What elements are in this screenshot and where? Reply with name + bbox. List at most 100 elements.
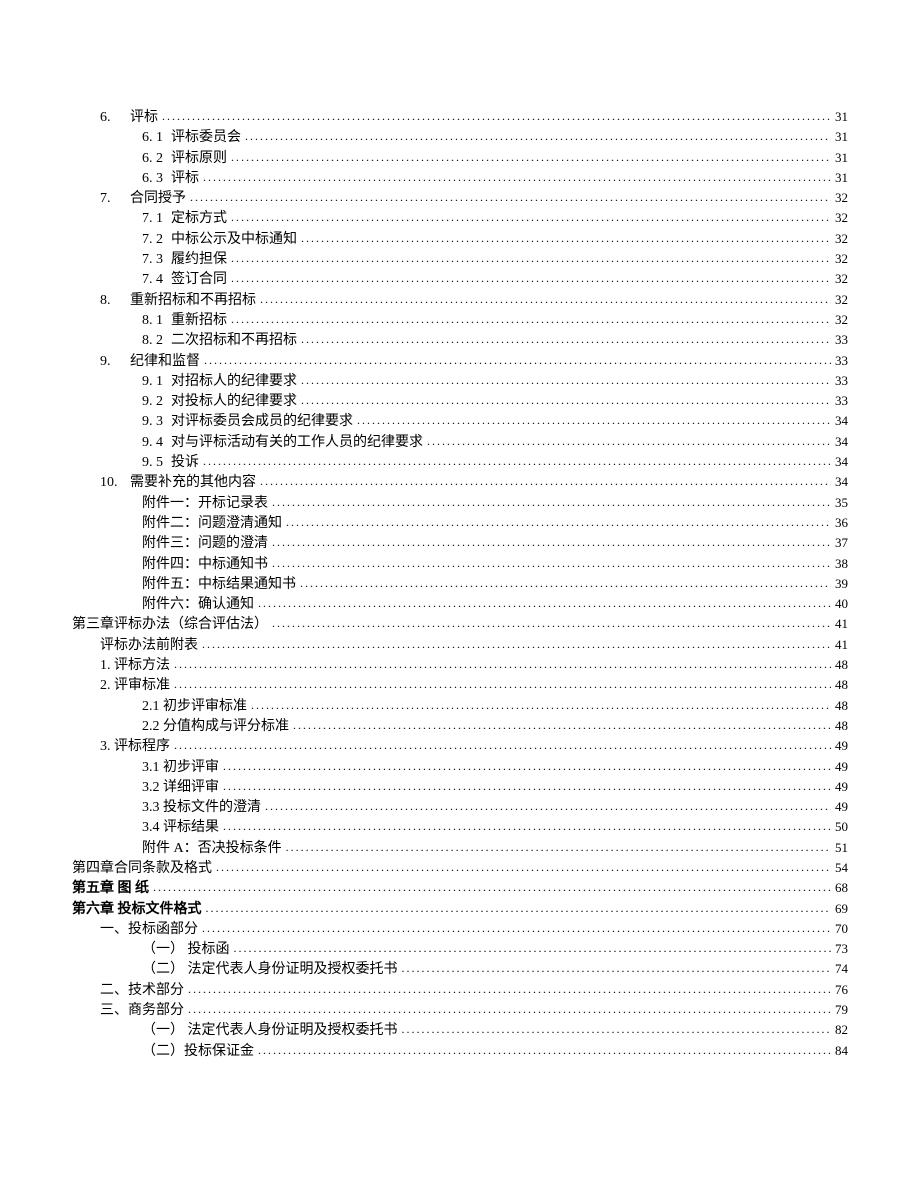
toc-entry: 7. 4签订合同................................… [72,270,848,290]
toc-leader-dots: ........................................… [203,169,831,186]
toc-entry: 第四章合同条款及格式..............................… [72,859,848,879]
toc-leader-dots: ........................................… [223,778,831,795]
toc-page-number: 33 [831,352,848,371]
toc-title: （二）投标保证金 [142,1042,258,1062]
toc-page-number: 31 [831,169,848,188]
toc-leader-dots: ........................................… [216,859,831,876]
toc-leader-dots: ........................................… [223,758,831,775]
toc-page-number: 32 [831,291,848,310]
toc-title: 第三章评标办法（综合评估法） [72,615,272,635]
toc-page-number: 69 [831,900,848,919]
toc-entry: 3.1 初步评审................................… [72,758,848,778]
toc-entry: 第五章 图 纸.................................… [72,879,848,899]
toc-entry: 2.1 初步评审标准..............................… [72,697,848,717]
toc-title: 二次招标和不再招标 [171,331,301,351]
toc-page-number: 49 [831,778,848,797]
toc-entry: 一、投标函部分.................................… [72,920,848,940]
toc-leader-dots: ........................................… [301,230,831,247]
toc-number: 9. 4 [142,433,171,453]
toc-page-number: 49 [831,737,848,756]
toc-title: 2.1 初步评审标准 [142,697,251,717]
toc-entry: 第六章 投标文件格式..............................… [72,900,848,920]
toc-entry: 9.纪律和监督.................................… [72,352,848,372]
toc-entry: （一） 投标函.................................… [72,940,848,960]
toc-entry: 附件五：中标结果通知书.............................… [72,575,848,595]
toc-title: 附件三：问题的澄清 [142,534,272,554]
toc-number: 9. [100,352,130,372]
toc-page-number: 32 [831,189,848,208]
toc-entry: 第三章评标办法（综合评估法）..........................… [72,615,848,635]
toc-title: 投诉 [171,453,203,473]
toc-number: 8. 2 [142,331,171,351]
toc-leader-dots: ........................................… [174,737,831,754]
toc-leader-dots: ........................................… [402,960,832,977]
table-of-contents: 6.评标....................................… [72,108,848,1062]
toc-number: 7. 1 [142,209,171,229]
toc-entry: 附件三：问题的澄清...............................… [72,534,848,554]
toc-page-number: 32 [831,209,848,228]
toc-entry: 8. 2二次招标和不再招标...........................… [72,331,848,351]
toc-entry: 3. 评标程序.................................… [72,737,848,757]
toc-page-number: 79 [831,1001,848,1020]
toc-number: 6. 2 [142,149,171,169]
toc-page-number: 35 [831,494,848,513]
toc-title: 附件五：中标结果通知书 [142,575,300,595]
toc-number: 8. 1 [142,311,171,331]
toc-title: 3.2 详细评审 [142,778,223,798]
toc-title: 3.1 初步评审 [142,758,223,778]
toc-page-number: 41 [831,636,848,655]
toc-title: 3.3 投标文件的澄清 [142,798,265,818]
toc-entry: 6. 3评标..................................… [72,169,848,189]
toc-entry: 1. 评标方法.................................… [72,656,848,676]
toc-page-number: 34 [831,412,848,431]
toc-entry: 附件二：问题澄清通知..............................… [72,514,848,534]
toc-entry: 10.需要补充的其他内容............................… [72,473,848,493]
toc-title: 附件一：开标记录表 [142,494,272,514]
toc-title: 一、投标函部分 [100,920,202,940]
toc-leader-dots: ........................................… [258,1042,831,1059]
toc-page-number: 32 [831,270,848,289]
toc-page-number: 51 [831,839,848,858]
toc-leader-dots: ........................................… [272,555,831,572]
toc-entry: 2. 评审标准.................................… [72,676,848,696]
toc-leader-dots: ........................................… [202,920,831,937]
toc-entry: 9. 1对招标人的纪律要求...........................… [72,372,848,392]
toc-page-number: 70 [831,920,848,939]
toc-title: 附件 A：否决投标条件 [142,839,286,859]
toc-title: （一） 法定代表人身份证明及授权委托书 [142,1021,402,1041]
toc-entry: 8.重新招标和不再招标.............................… [72,291,848,311]
toc-page-number: 48 [831,697,848,716]
toc-leader-dots: ........................................… [231,270,831,287]
toc-page-number: 31 [831,128,848,147]
toc-page-number: 31 [831,149,848,168]
toc-number: 9. 3 [142,412,171,432]
toc-entry: 9. 3对评标委员会成员的纪律要求.......................… [72,412,848,432]
toc-number: 6. 3 [142,169,171,189]
toc-title: （二） 法定代表人身份证明及授权委托书 [142,960,402,980]
toc-title: 对投标人的纪律要求 [171,392,301,412]
toc-entry: 6. 1评标委员会...............................… [72,128,848,148]
toc-page-number: 37 [831,534,848,553]
toc-leader-dots: ........................................… [293,717,831,734]
toc-leader-dots: ........................................… [162,108,831,125]
toc-entry: 附件六：确认通知................................… [72,595,848,615]
toc-leader-dots: ........................................… [231,311,831,328]
toc-leader-dots: ........................................… [260,473,831,490]
toc-title: （一） 投标函 [142,940,234,960]
toc-leader-dots: ........................................… [427,433,831,450]
toc-leader-dots: ........................................… [174,676,831,693]
toc-number: 10. [100,473,130,493]
toc-leader-dots: ........................................… [402,1021,832,1038]
toc-entry: 7. 3履约担保................................… [72,250,848,270]
toc-page-number: 49 [831,758,848,777]
toc-page-number: 31 [831,108,848,127]
toc-leader-dots: ........................................… [174,656,831,673]
toc-page-number: 73 [831,940,848,959]
toc-page-number: 76 [831,981,848,1000]
toc-title: 合同授予 [130,189,190,209]
toc-entry: 3.3 投标文件的澄清.............................… [72,798,848,818]
toc-leader-dots: ........................................… [301,392,831,409]
toc-leader-dots: ........................................… [300,575,831,592]
toc-entry: 6. 2评标原则................................… [72,149,848,169]
toc-title: 重新招标和不再招标 [130,291,260,311]
